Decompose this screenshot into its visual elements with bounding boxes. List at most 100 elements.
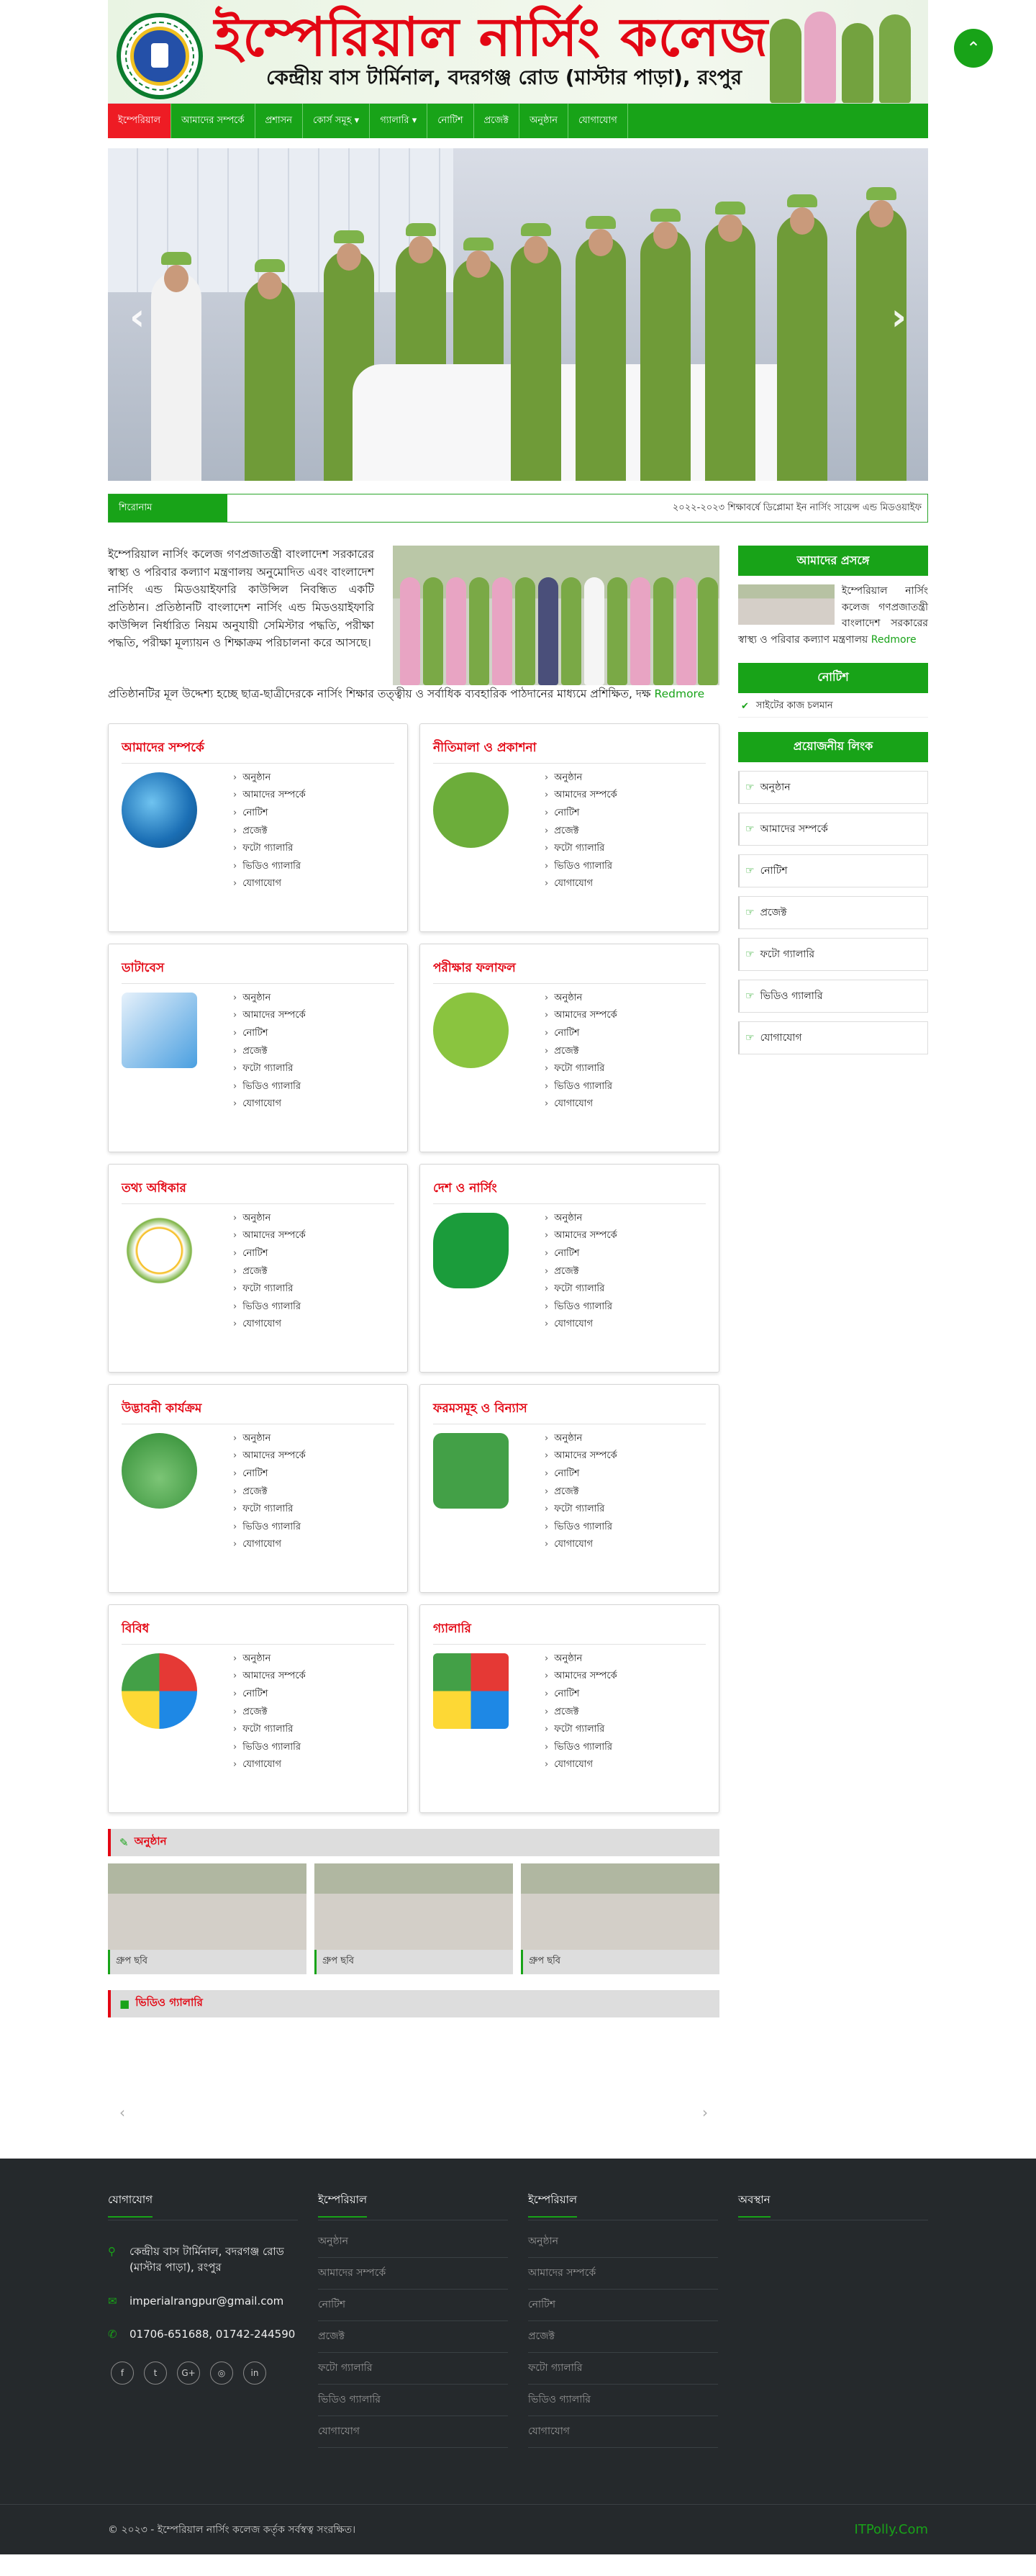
category-link[interactable]: আমাদের সম্পর্কে [545, 787, 617, 805]
sidebar-quick-link[interactable]: ☞ যোগাযোগ [738, 1021, 928, 1054]
sidebar-quick-link-label[interactable]: আমাদের সম্পর্কে [760, 821, 828, 838]
category-box-title[interactable]: দেশ ও নার্সিং [433, 1179, 706, 1204]
facebook-icon[interactable]: f [111, 2361, 134, 2385]
nav-notice[interactable]: নোটিশ [427, 104, 474, 138]
slider-prev-arrow-icon[interactable]: ‹ [130, 296, 145, 339]
sidebar-read-more-link[interactable]: Redmore [871, 634, 917, 646]
category-link[interactable]: যোগাযোগ [545, 1536, 617, 1554]
category-box-title[interactable]: ডাটাবেস [122, 959, 394, 984]
category-box-title[interactable]: ফরমসমূহ ও বিন্যাস [433, 1399, 706, 1424]
category-link[interactable]: নোটিশ [233, 1686, 306, 1704]
category-link[interactable]: আমাদের সম্পর্কে [233, 1447, 305, 1465]
scroll-up-button[interactable]: ⌃ [954, 29, 993, 68]
category-link[interactable]: নোটিশ [545, 1025, 617, 1043]
sidebar-quick-link[interactable]: ☞ আমাদের সম্পর্কে [738, 812, 928, 846]
category-link[interactable]: আমাদের সম্পর্কে [545, 1227, 617, 1245]
category-link[interactable]: ভিডিও গ্যালারি [545, 858, 617, 876]
category-link[interactable]: প্রজেক্ট [545, 823, 617, 841]
sidebar-quick-link-label[interactable]: অনুষ্ঠান [760, 779, 791, 796]
category-link[interactable]: প্রজেক্ট [233, 1704, 306, 1722]
event-photo[interactable] [521, 1863, 719, 1950]
category-link[interactable]: ফটো গ্যালারি [545, 1280, 617, 1298]
category-link[interactable]: ফটো গ্যালারি [545, 840, 617, 858]
category-link[interactable]: প্রজেক্ট [233, 1483, 306, 1501]
category-link[interactable]: অনুষ্ঠান [233, 1430, 306, 1448]
video-prev-arrow-icon[interactable]: ‹ [119, 2104, 125, 2121]
category-link[interactable]: ফটো গ্যালারি [545, 1060, 617, 1078]
event-card[interactable]: গ্রুপ ছবি [314, 1863, 513, 1974]
footer-link[interactable]: ফটো গ্যালারি [318, 2353, 508, 2385]
category-link[interactable]: যোগাযোগ [233, 875, 306, 893]
category-box-title[interactable]: উদ্ভাবনী কার্যক্রম [122, 1399, 394, 1424]
footer-link[interactable]: অনুষ্ঠান [528, 2226, 718, 2258]
footer-link[interactable]: প্রজেক্ট [318, 2321, 508, 2353]
nav-project[interactable]: প্রজেক্ট [474, 104, 519, 138]
footer-link[interactable]: আমাদের সম্পর্কে [318, 2258, 508, 2290]
google-plus-icon[interactable]: G+ [177, 2361, 200, 2385]
slider-next-arrow-icon[interactable]: › [891, 296, 906, 339]
category-link[interactable]: অনুষ্ঠান [545, 990, 617, 1008]
nav-events[interactable]: অনুষ্ঠান [519, 104, 568, 138]
sidebar-quick-link[interactable]: ☞ প্রজেক্ট [738, 895, 928, 929]
sidebar-quick-link[interactable]: ☞ নোটিশ [738, 854, 928, 887]
footer-link[interactable]: নোটিশ [318, 2290, 508, 2321]
nav-about[interactable]: আমাদের সম্পর্কে [171, 104, 255, 138]
category-link[interactable]: যোগাযোগ [545, 1756, 617, 1774]
sidebar-quick-link-label[interactable]: নোটিশ [760, 862, 788, 880]
category-link[interactable]: প্রজেক্ট [545, 1263, 617, 1281]
event-photo[interactable] [108, 1863, 306, 1950]
category-link[interactable]: ভিডিও গ্যালারি [233, 1078, 306, 1096]
linkedin-icon[interactable]: in [243, 2361, 266, 2385]
category-link[interactable]: যোগাযোগ [545, 1316, 617, 1334]
category-link[interactable]: ভিডিও গ্যালারি [545, 1519, 617, 1537]
category-link[interactable]: অনুষ্ঠান [545, 769, 617, 787]
category-link[interactable]: ফটো গ্যালারি [545, 1501, 617, 1519]
category-link[interactable]: ফটো গ্যালারি [233, 840, 306, 858]
category-link[interactable]: আমাদের সম্পর্কে [545, 1447, 617, 1465]
sidebar-quick-link-label[interactable]: প্রজেক্ট [760, 904, 787, 921]
category-link[interactable]: নোটিশ [545, 1686, 617, 1704]
nav-courses[interactable]: কোর্স সমূহ ▾ [303, 104, 371, 138]
hero-slider[interactable]: ‹ › [108, 148, 928, 481]
category-box-title[interactable]: পরীক্ষার ফলাফল [433, 959, 706, 984]
category-link[interactable]: প্রজেক্ট [545, 1704, 617, 1722]
sidebar-quick-link[interactable]: ☞ অনুষ্ঠান [738, 770, 928, 804]
category-link[interactable]: ভিডিও গ্যালারি [233, 1739, 306, 1757]
college-logo[interactable] [117, 13, 203, 99]
category-link[interactable]: অনুষ্ঠান [233, 1650, 306, 1668]
category-link[interactable]: প্রজেক্ট [545, 1483, 617, 1501]
event-caption[interactable]: গ্রুপ ছবি [521, 1949, 719, 1974]
category-box-title[interactable]: তথ্য অধিকার [122, 1179, 394, 1204]
category-link[interactable]: অনুষ্ঠান [233, 990, 306, 1008]
category-box-title[interactable]: গ্যালারি [433, 1619, 706, 1645]
category-link[interactable]: ভিডিও গ্যালারি [233, 1519, 306, 1537]
event-caption[interactable]: গ্রুপ ছবি [108, 1949, 306, 1974]
category-box-title[interactable]: বিবিধ [122, 1619, 394, 1645]
footer-link[interactable]: প্রজেক্ট [528, 2321, 718, 2353]
category-link[interactable]: অনুষ্ঠান [233, 769, 306, 787]
category-link[interactable]: ফটো গ্যালারি [233, 1280, 306, 1298]
category-link[interactable]: যোগাযোগ [233, 1756, 306, 1774]
category-link[interactable]: আমাদের সম্পর্কে [545, 1668, 617, 1686]
intro-read-more-link[interactable]: Redmore [655, 687, 705, 700]
footer-link[interactable]: আমাদের সম্পর্কে [528, 2258, 718, 2290]
developer-credit-link[interactable]: ITPolly.Com [855, 2522, 928, 2537]
category-link[interactable]: প্রজেক্ট [233, 1043, 306, 1061]
sidebar-quick-link-label[interactable]: ফটো গ্যালারি [760, 946, 815, 963]
nav-contact[interactable]: যোগাযোগ [568, 104, 628, 138]
sidebar-notice-text[interactable]: সাইটের কাজ চলমান [756, 699, 833, 714]
category-link[interactable]: যোগাযোগ [233, 1536, 306, 1554]
category-link[interactable]: ভিডিও গ্যালারি [233, 858, 306, 876]
category-link[interactable]: নোটিশ [233, 805, 306, 823]
nav-gallery[interactable]: গ্যালারি ▾ [370, 104, 428, 138]
footer-email-text[interactable]: imperialrangpur@gmail.com [130, 2293, 283, 2310]
sidebar-quick-link-label[interactable]: যোগাযোগ [760, 1029, 802, 1047]
sidebar-quick-link-label[interactable]: ভিডিও গ্যালারি [760, 988, 823, 1005]
category-link[interactable]: ফটো গ্যালারি [233, 1060, 306, 1078]
category-link[interactable]: ভিডিও গ্যালারি [545, 1739, 617, 1757]
category-link[interactable]: অনুষ্ঠান [545, 1650, 617, 1668]
instagram-icon[interactable]: ◎ [210, 2361, 233, 2385]
category-link[interactable]: যোগাযোগ [233, 1095, 306, 1113]
footer-link[interactable]: অনুষ্ঠান [318, 2226, 508, 2258]
category-link[interactable]: আমাদের সম্পর্কে [545, 1007, 617, 1025]
